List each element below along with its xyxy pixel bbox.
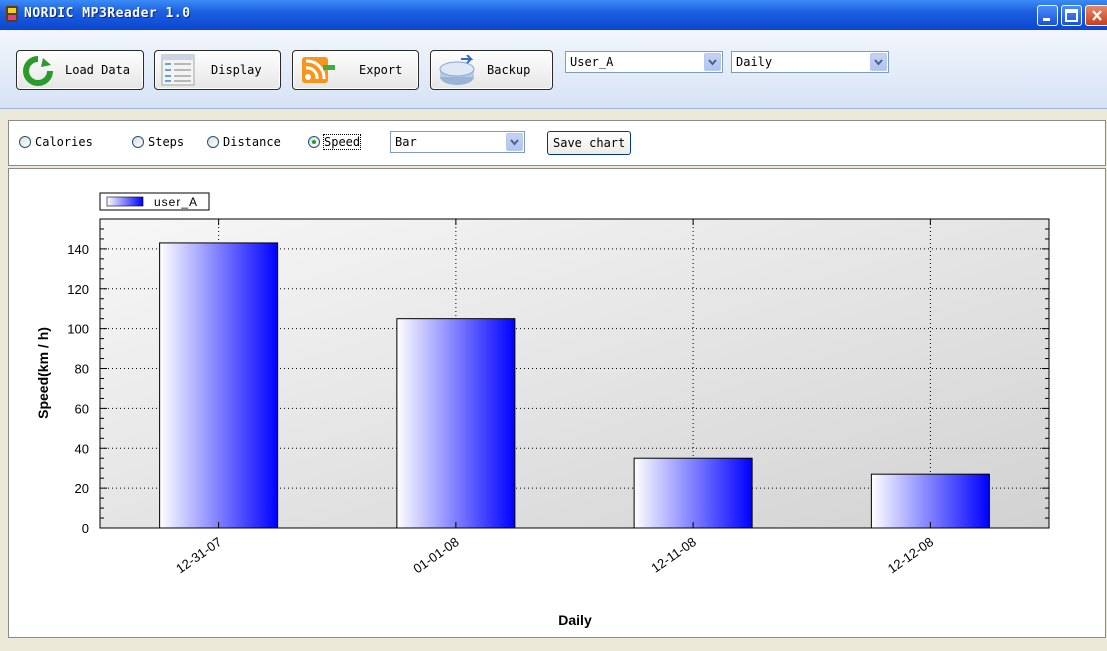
x-tick-label: 12-11-08 [648, 534, 698, 576]
legend-swatch [106, 196, 144, 207]
y-tick-label: 100 [67, 322, 89, 337]
y-tick-label: 120 [67, 282, 89, 297]
legend: user_A [99, 192, 210, 211]
y-axis-title: Speed(km / h) [35, 327, 51, 419]
x-axis-title: Daily [558, 612, 592, 628]
x-tick-label: 12-31-07 [173, 534, 224, 576]
bar-12-11-08 [633, 457, 753, 529]
bar-12-12-08 [870, 473, 990, 529]
legend-label: user_A [154, 195, 198, 209]
bar-chart: 0 20 40 60 80 100 120 140 12-31-07 01-01-08 12-11… [35, 192, 1050, 628]
x-tick-label: 01-01-08 [410, 534, 461, 576]
y-tick-label: 0 [82, 521, 89, 536]
y-tick-label: 140 [67, 242, 89, 257]
y-tick-label: 40 [75, 441, 89, 456]
y-tick-label: 60 [75, 401, 89, 416]
bar-01-01-08 [396, 318, 516, 529]
y-tick-label: 80 [75, 362, 89, 377]
bar-12-31-07 [159, 242, 279, 529]
x-tick-label: 12-12-08 [885, 534, 936, 576]
chart-panel: 0 20 40 60 80 100 120 140 12-31-07 01-01-08 12-11… [8, 168, 1106, 638]
y-tick-label: 20 [75, 481, 89, 496]
